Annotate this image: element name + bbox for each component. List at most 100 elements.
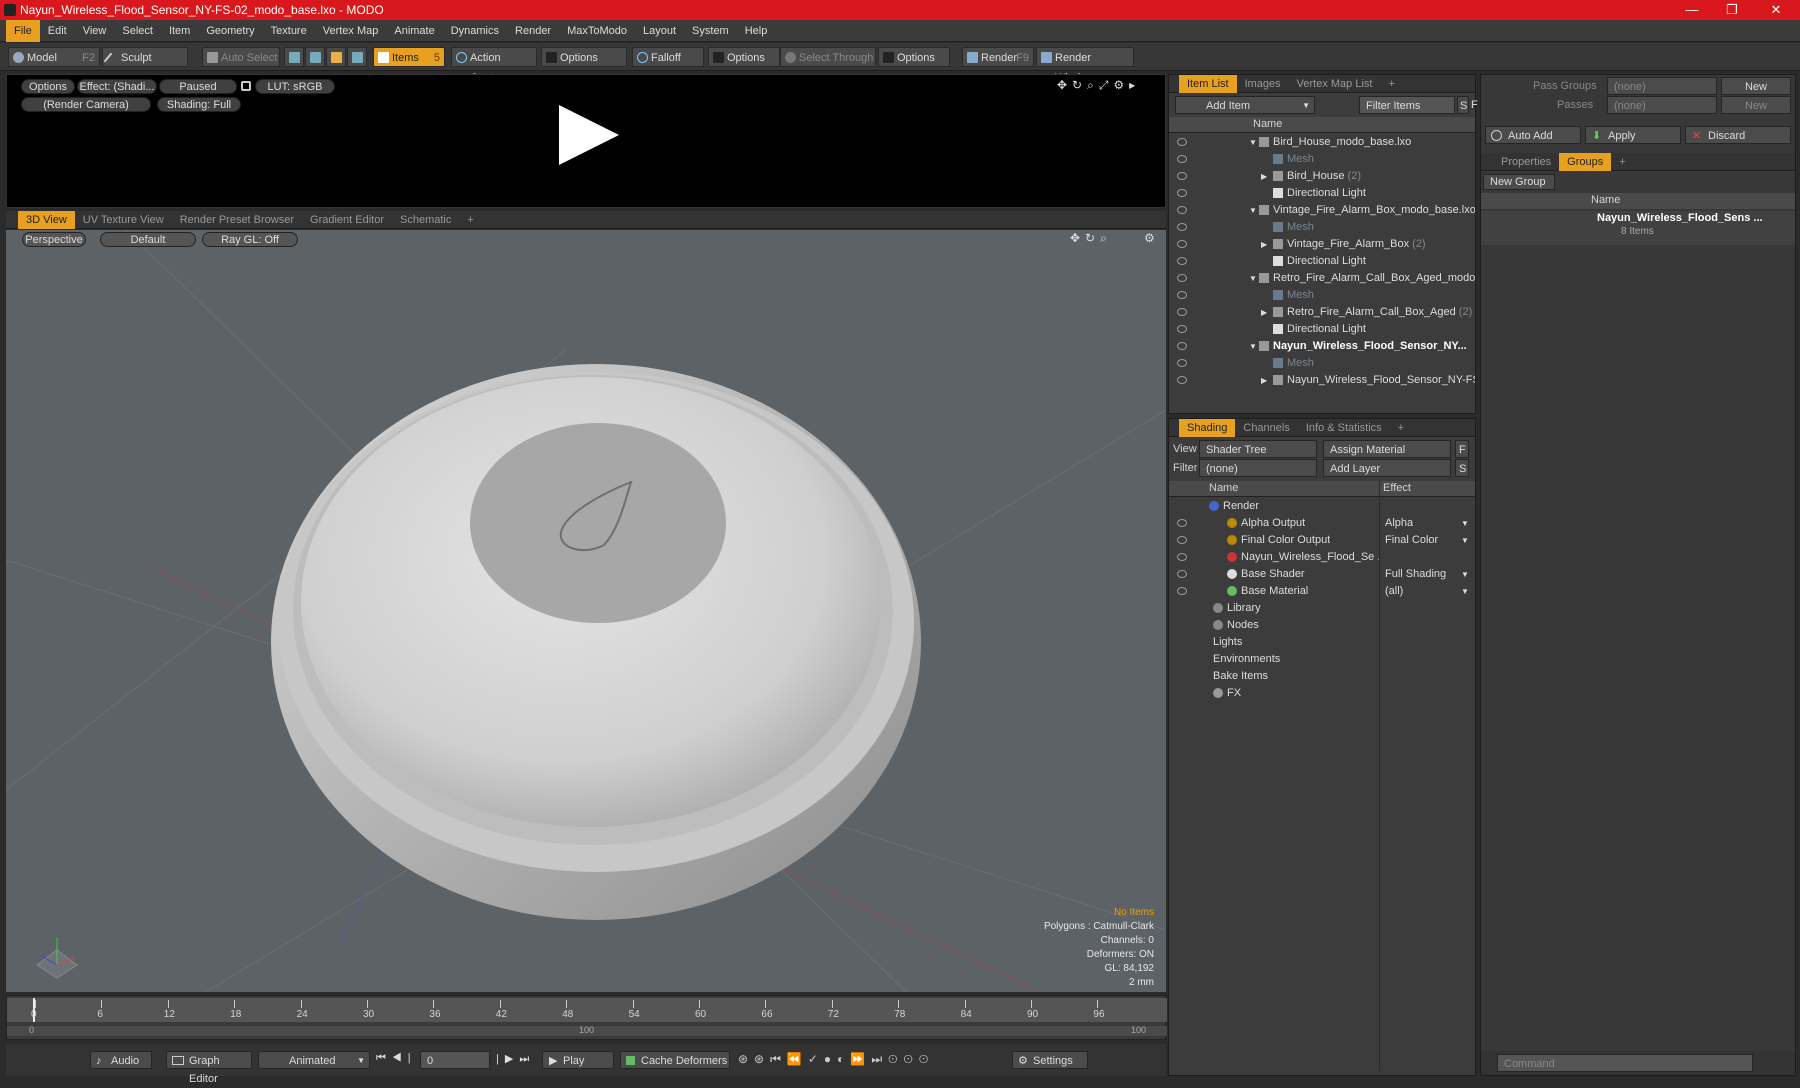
visibility-eye-icon[interactable] [1177, 342, 1187, 350]
item-list-row[interactable]: ▼ Nayun_Wireless_Flood_Sensor_NY... [1169, 338, 1475, 355]
lut-dropdown[interactable]: LUT: sRGB [255, 79, 335, 94]
menu-view[interactable]: View [75, 20, 115, 42]
add-layer-dropdown[interactable]: Add Layer [1323, 459, 1451, 477]
shader-tree-row[interactable]: Nayun_Wireless_Flood_Se ... [1169, 549, 1475, 566]
add-tab-button[interactable]: + [1611, 153, 1633, 171]
render-window-button[interactable]: Render Window [1036, 47, 1134, 84]
vertices-mode-button[interactable] [284, 47, 304, 67]
command-input[interactable]: Command [1497, 1054, 1753, 1072]
expand-arrow-icon[interactable]: ▼ [1249, 338, 1257, 355]
3d-viewport[interactable]: Perspective Default Ray GL: Off ✥↻⌕ ⚙ No… [6, 230, 1166, 992]
shader-tree-row[interactable]: Nodes [1169, 617, 1475, 634]
model-button[interactable]: Model F2 [8, 47, 100, 67]
filter-s-button[interactable]: S [1457, 96, 1469, 114]
visibility-eye-icon[interactable] [1177, 291, 1187, 299]
visibility-eye-icon[interactable] [1177, 553, 1187, 561]
shader-tree-row[interactable]: Lights [1169, 634, 1475, 651]
menu-dynamics[interactable]: Dynamics [443, 20, 507, 42]
visibility-eye-icon[interactable] [1177, 172, 1187, 180]
passes-dropdown[interactable]: (none) [1607, 96, 1717, 114]
apply-button[interactable]: ⬇ Apply [1585, 126, 1681, 144]
frame-back-buttons[interactable]: ⏮◀| [376, 1052, 417, 1065]
maximize-button[interactable]: ❐ [1712, 0, 1752, 20]
audio-button[interactable]: ♪ Audio [90, 1051, 152, 1069]
preview-nav-icons[interactable]: ✥↻⌕⤢⚙▸ [1057, 78, 1140, 93]
tab-3d-view[interactable]: 3D View [18, 211, 75, 229]
visibility-eye-icon[interactable] [1177, 519, 1187, 527]
discard-button[interactable]: ✕ Discard [1685, 126, 1791, 144]
item-list-row[interactable]: Directional Light [1169, 185, 1475, 202]
menu-vertex-map[interactable]: Vertex Map [315, 20, 387, 42]
expand-arrow-icon[interactable]: ▼ [1249, 134, 1257, 151]
effect-dropdown[interactable]: Final Color [1385, 532, 1438, 549]
frame-input[interactable]: 0 [420, 1051, 490, 1069]
tab-uv-texture-view[interactable]: UV Texture View [75, 211, 172, 229]
visibility-eye-icon[interactable] [1177, 274, 1187, 282]
item-list-row[interactable]: Mesh [1169, 287, 1475, 304]
item-list-row[interactable]: ▼ Bird_House_modo_base.lxo [1169, 134, 1475, 151]
play-button[interactable]: ▶ Play [542, 1051, 614, 1069]
tab-channels[interactable]: Channels [1235, 419, 1297, 437]
expand-arrow-icon[interactable]: ▼ [1249, 202, 1257, 219]
filter-items-input[interactable]: Filter Items [1359, 96, 1455, 114]
group-row[interactable]: Nayun_Wireless_Flood_Sens ... 8 Items [1481, 211, 1795, 245]
play-icon[interactable] [559, 105, 619, 165]
shading-f-button[interactable]: F [1455, 440, 1469, 458]
item-list-row[interactable]: Mesh [1169, 219, 1475, 236]
shader-tree-row[interactable]: Bake Items [1169, 668, 1475, 685]
materials-mode-button[interactable] [347, 47, 367, 67]
shader-tree-row[interactable]: FX [1169, 685, 1475, 702]
item-list-row[interactable]: ▶ Retro_Fire_Alarm_Call_Box_Aged (2) [1169, 304, 1475, 321]
shader-tree-row[interactable]: Library [1169, 600, 1475, 617]
add-tab-button[interactable]: + [1390, 419, 1412, 437]
visibility-eye-icon[interactable] [1177, 138, 1187, 146]
new-pass-button[interactable]: New [1721, 96, 1791, 114]
settings-button[interactable]: ⚙ Settings [1012, 1051, 1088, 1069]
item-list-row[interactable]: Mesh [1169, 355, 1475, 372]
animated-dropdown[interactable]: Animated ▼ [258, 1051, 370, 1069]
tab-images[interactable]: Images [1237, 75, 1289, 93]
menu-render[interactable]: Render [507, 20, 559, 42]
add-tab-button[interactable]: + [1380, 75, 1402, 93]
range-slider[interactable]: 0 100 100 [7, 1025, 1167, 1036]
key-tool-icons[interactable]: ⊛⊛⏮⏪✓●◐⏩⏭⊙⊙⊙ [738, 1052, 934, 1067]
menu-texture[interactable]: Texture [263, 20, 315, 42]
tab-item-list[interactable]: Item List [1179, 75, 1237, 93]
chevron-down-icon[interactable]: ▼ [1461, 515, 1469, 532]
cache-deformers-button[interactable]: Cache Deformers [620, 1051, 730, 1069]
visibility-eye-icon[interactable] [1177, 206, 1187, 214]
tab-groups[interactable]: Groups [1559, 153, 1612, 171]
preview-effect-dropdown[interactable]: Effect: (Shadi... [77, 79, 157, 94]
menu-file[interactable]: File [6, 20, 40, 42]
item-list-row[interactable]: ▼ Vintage_Fire_Alarm_Box_modo_base.lxo [1169, 202, 1475, 219]
item-list-row[interactable]: ▶ Vintage_Fire_Alarm_Box (2) [1169, 236, 1475, 253]
assign-material-button[interactable]: Assign Material [1323, 440, 1451, 458]
menu-edit[interactable]: Edit [40, 20, 75, 42]
shading-dropdown[interactable]: Shading: Full [157, 97, 241, 112]
shader-tree-row[interactable]: Base Shader Full Shading ▼ [1169, 566, 1475, 583]
lock-icon[interactable] [241, 81, 251, 91]
new-group-button[interactable]: New Group [1483, 174, 1555, 190]
visibility-eye-icon[interactable] [1177, 359, 1187, 367]
shading-s-button[interactable]: S [1455, 459, 1469, 477]
sculpt-button[interactable]: Sculpt [102, 47, 188, 67]
item-list-row[interactable]: ▶ Bird_House (2) [1169, 168, 1475, 185]
add-item-dropdown[interactable]: Add Item ▼ [1175, 96, 1315, 114]
expand-arrow-icon[interactable]: ▼ [1249, 270, 1257, 287]
menu-geometry[interactable]: Geometry [198, 20, 262, 42]
close-button[interactable]: ✕ [1756, 0, 1796, 20]
effect-dropdown[interactable]: (all) [1385, 583, 1403, 600]
visibility-eye-icon[interactable] [1177, 325, 1187, 333]
effect-dropdown[interactable]: Full Shading [1385, 566, 1446, 583]
action-center-button[interactable]: Action Center [451, 47, 537, 84]
visibility-eye-icon[interactable] [1177, 587, 1187, 595]
expand-arrow-icon[interactable]: ▶ [1261, 236, 1267, 253]
view-dropdown[interactable]: Shader Tree [1199, 440, 1317, 458]
item-list-row[interactable]: ▶ Nayun_Wireless_Flood_Sensor_NY-FS... [1169, 372, 1475, 389]
timeline[interactable]: 0 6 12 18 24 30 36 42 48 54 60 66 72 78 84 90 96 0 100 1… [6, 995, 1167, 1040]
chevron-down-icon[interactable]: ▼ [1461, 532, 1469, 549]
falloff-options-button[interactable]: Options [708, 47, 780, 67]
render-camera-dropdown[interactable]: (Render Camera) [21, 97, 151, 112]
visibility-eye-icon[interactable] [1177, 308, 1187, 316]
item-list-row[interactable]: Directional Light [1169, 321, 1475, 338]
